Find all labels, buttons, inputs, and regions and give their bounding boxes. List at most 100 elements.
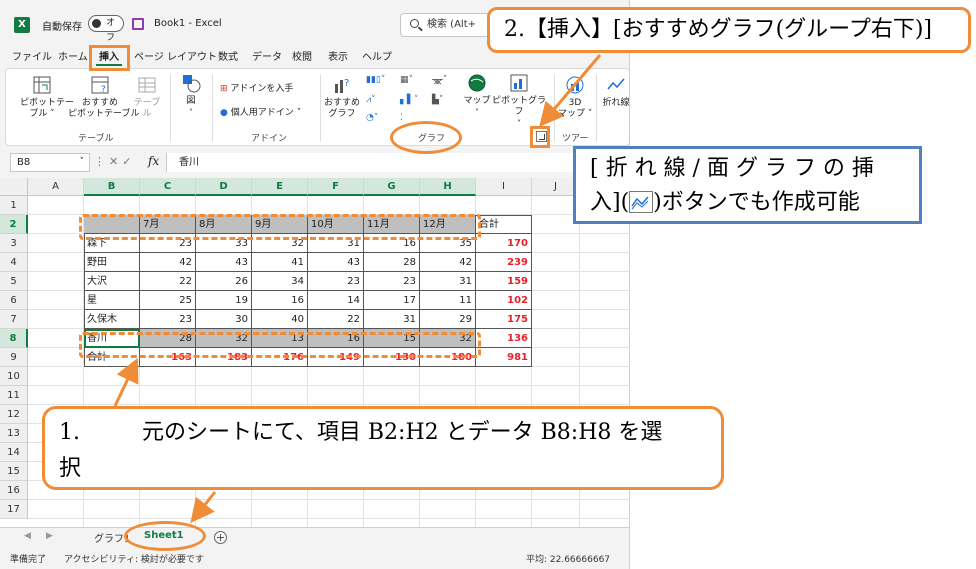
tab-formulas[interactable]: 数式: [218, 48, 238, 63]
row-header-4[interactable]: 4: [0, 253, 28, 272]
cell-i7[interactable]: 175: [476, 310, 532, 329]
status-accessibility[interactable]: アクセシビリティ: 検討が必要です: [64, 552, 204, 565]
cell-i4[interactable]: 239: [476, 253, 532, 272]
scatter-chart-button[interactable]: ⁚: [400, 113, 403, 123]
waterfall-chart-button[interactable]: ᚘ˅: [432, 75, 447, 85]
cell-b4[interactable]: 野田: [84, 253, 140, 272]
insert-function-icon[interactable]: fx: [148, 154, 159, 168]
save-icon[interactable]: [132, 18, 144, 30]
tab-data[interactable]: データ: [252, 48, 282, 63]
sparkline-line-button[interactable]: 折れ線: [600, 75, 629, 109]
cell-f4[interactable]: 43: [308, 253, 364, 272]
row-header-17[interactable]: 17: [0, 500, 28, 519]
tab-file[interactable]: ファイル: [12, 48, 52, 63]
stat-chart-button[interactable]: ▖▌˅: [400, 95, 418, 105]
row-header-1[interactable]: 1: [0, 196, 28, 215]
row-header-3[interactable]: 3: [0, 234, 28, 253]
column-header-f[interactable]: F: [308, 178, 364, 196]
cell-g7[interactable]: 31: [364, 310, 420, 329]
name-box[interactable]: B8 ˅: [10, 153, 90, 172]
cell-c6[interactable]: 25: [140, 291, 196, 310]
3d-map-button[interactable]: 3D マップ ˅: [558, 75, 592, 120]
recommended-pivot-button[interactable]: ? おすすめ ピボットテーブル: [68, 75, 139, 120]
pivot-chart-button[interactable]: ピボットグラフ ˅: [492, 73, 546, 129]
cell-h5[interactable]: 31: [420, 272, 476, 291]
hierarchy-chart-button[interactable]: ▦˅: [400, 75, 413, 85]
cell-i8[interactable]: 136: [476, 329, 532, 348]
cell-b5[interactable]: 大沢: [84, 272, 140, 291]
column-header-i[interactable]: I: [476, 178, 532, 196]
cell-d4[interactable]: 43: [196, 253, 252, 272]
cell-f5[interactable]: 23: [308, 272, 364, 291]
cell-f7[interactable]: 22: [308, 310, 364, 329]
recommended-charts-button[interactable]: ? おすすめ グラフ: [322, 75, 362, 120]
cell-d6[interactable]: 19: [196, 291, 252, 310]
column-header-g[interactable]: G: [364, 178, 420, 196]
cell-g5[interactable]: 23: [364, 272, 420, 291]
next-sheet-icon[interactable]: ▶: [46, 531, 53, 541]
cell-i5[interactable]: 159: [476, 272, 532, 291]
formula-input[interactable]: 香川: [166, 153, 629, 172]
header-cell-i2[interactable]: 合計: [476, 215, 532, 234]
row-header-9[interactable]: 9: [0, 348, 28, 367]
cell-h7[interactable]: 29: [420, 310, 476, 329]
maps-button[interactable]: マップ ˅: [460, 73, 494, 118]
row-header-6[interactable]: 6: [0, 291, 28, 310]
row-header-11[interactable]: 11: [0, 386, 28, 405]
row-header-13[interactable]: 13: [0, 424, 28, 443]
my-addins-button[interactable]: ● 個人用アドイン ˅: [220, 105, 301, 118]
row-header-12[interactable]: 12: [0, 405, 28, 424]
row-header-14[interactable]: 14: [0, 443, 28, 462]
row-header-5[interactable]: 5: [0, 272, 28, 291]
combo-chart-button[interactable]: ▙˅: [432, 95, 443, 105]
row-header-7[interactable]: 7: [0, 310, 28, 329]
cell-i6[interactable]: 102: [476, 291, 532, 310]
row-header-16[interactable]: 16: [0, 481, 28, 500]
tab-page-layout[interactable]: ページ レイアウト: [134, 48, 217, 63]
column-header-c[interactable]: C: [140, 178, 196, 196]
table-button[interactable]: テーブル: [130, 75, 164, 120]
cell-e7[interactable]: 40: [252, 310, 308, 329]
select-all-corner[interactable]: [0, 178, 28, 196]
tab-review[interactable]: 校閲: [292, 48, 312, 63]
illustrations-button[interactable]: 図 ˅: [176, 73, 206, 118]
tab-home[interactable]: ホーム: [58, 48, 88, 63]
add-sheet-icon[interactable]: +: [214, 531, 227, 544]
column-header-b[interactable]: B: [84, 178, 140, 196]
tab-help[interactable]: ヘルプ: [362, 48, 392, 63]
cell-g4[interactable]: 28: [364, 253, 420, 272]
column-chart-button[interactable]: ▮▮▯˅: [366, 75, 385, 85]
cell-b6[interactable]: 星: [84, 291, 140, 310]
cell-c5[interactable]: 22: [140, 272, 196, 291]
row-header-2[interactable]: 2: [0, 215, 28, 234]
pie-chart-button[interactable]: ◔˅: [366, 113, 378, 123]
column-header-a[interactable]: A: [28, 178, 84, 196]
search-box[interactable]: 検索 (Alt+: [400, 13, 498, 37]
get-addins-button[interactable]: ⊞ アドインを入手: [220, 81, 293, 94]
cell-c7[interactable]: 23: [140, 310, 196, 329]
cell-i3[interactable]: 170: [476, 234, 532, 253]
cell-e4[interactable]: 41: [252, 253, 308, 272]
prev-sheet-icon[interactable]: ◀: [24, 531, 31, 541]
row-header-15[interactable]: 15: [0, 462, 28, 481]
column-header-e[interactable]: E: [252, 178, 308, 196]
cell-e6[interactable]: 16: [252, 291, 308, 310]
row-header-8[interactable]: 8: [0, 329, 28, 348]
column-header-h[interactable]: H: [420, 178, 476, 196]
cell-d7[interactable]: 30: [196, 310, 252, 329]
cell-d5[interactable]: 26: [196, 272, 252, 291]
cell-b7[interactable]: 久保木: [84, 310, 140, 329]
tab-view[interactable]: 表示: [328, 48, 348, 63]
cell-g6[interactable]: 17: [364, 291, 420, 310]
column-header-d[interactable]: D: [196, 178, 252, 196]
pivot-table-button[interactable]: ピボットテー ブル ˅: [20, 75, 74, 120]
autosave-toggle[interactable]: オフ: [88, 15, 124, 43]
cell-e5[interactable]: 34: [252, 272, 308, 291]
cell-f6[interactable]: 14: [308, 291, 364, 310]
row-header-10[interactable]: 10: [0, 367, 28, 386]
cell-h4[interactable]: 42: [420, 253, 476, 272]
cell-h6[interactable]: 11: [420, 291, 476, 310]
line-chart-button[interactable]: ⩘˅: [366, 95, 376, 105]
cell-c4[interactable]: 42: [140, 253, 196, 272]
cell-i9[interactable]: 981: [476, 348, 532, 367]
